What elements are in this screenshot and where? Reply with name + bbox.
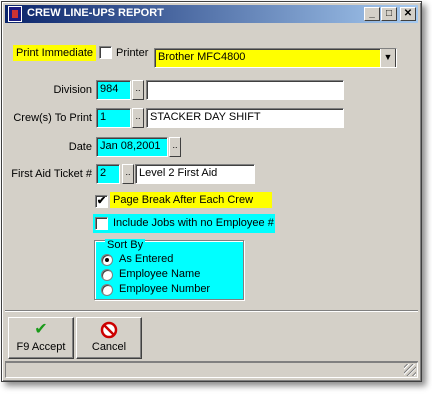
- division-code: 984: [100, 83, 119, 95]
- division-name-field: [146, 80, 344, 100]
- first-aid-name: Level 2 First Aid: [139, 167, 218, 179]
- accept-button[interactable]: ✔ F9 Accept: [8, 317, 74, 359]
- date-value: Jan 08,2001: [100, 140, 161, 152]
- chevron-down-icon[interactable]: ▼: [380, 49, 396, 67]
- include-jobs-label: Include Jobs with no Employee #: [113, 217, 274, 229]
- print-immediate-label: Print Immediate: [13, 45, 97, 61]
- cancel-icon: [77, 321, 141, 339]
- page-break-checkbox[interactable]: ✔: [95, 195, 108, 208]
- window-title: CREW LINE-UPS REPORT: [27, 7, 164, 19]
- close-button[interactable]: ✕: [400, 7, 416, 21]
- date-label: Date: [68, 141, 92, 153]
- first-aid-code-field[interactable]: 2: [96, 164, 120, 184]
- app-icon: [8, 6, 22, 22]
- page-break-label: Page Break After Each Crew: [110, 192, 272, 208]
- crews-name: STACKER DAY SHIFT: [150, 111, 261, 123]
- crews-code-field[interactable]: 1: [96, 108, 131, 128]
- status-bar: [5, 362, 418, 378]
- date-field[interactable]: Jan 08,2001: [96, 137, 168, 157]
- cancel-label: Cancel: [91, 341, 127, 353]
- crews-name-field: STACKER DAY SHIFT: [146, 108, 344, 128]
- sort-employee-number-radio[interactable]: [101, 284, 113, 296]
- include-jobs-checkbox[interactable]: [95, 217, 108, 230]
- button-separator: [5, 310, 418, 312]
- first-aid-label: First Aid Ticket #: [11, 168, 92, 180]
- cancel-button[interactable]: Cancel: [76, 317, 142, 359]
- resize-grip[interactable]: [404, 364, 416, 376]
- sort-by-title: Sort By: [105, 239, 146, 251]
- date-picker-button[interactable]: ..: [169, 137, 181, 157]
- first-aid-lookup-button[interactable]: ..: [122, 164, 134, 184]
- crews-label: Crew(s) To Print: [13, 112, 92, 124]
- printer-label: Printer: [116, 47, 149, 59]
- printer-select[interactable]: Brother MFC4800 ▼: [154, 48, 397, 68]
- sort-employee-number-label: Employee Number: [119, 283, 211, 295]
- division-lookup-button[interactable]: ..: [132, 80, 144, 100]
- division-label: Division: [53, 84, 92, 96]
- sort-as-entered-label: As Entered: [119, 253, 174, 265]
- minimize-button[interactable]: _: [364, 7, 380, 21]
- crews-code: 1: [100, 111, 107, 123]
- crews-lookup-button[interactable]: ..: [132, 108, 144, 128]
- report-window: CREW LINE-UPS REPORT _ □ ✕ Print Immedia…: [1, 1, 422, 382]
- checkmark-icon: ✔: [34, 321, 48, 338]
- maximize-button[interactable]: □: [381, 7, 397, 21]
- sort-employee-name-label: Employee Name: [119, 268, 201, 280]
- sort-employee-name-radio[interactable]: [101, 269, 113, 281]
- printer-value: Brother MFC4800: [158, 51, 246, 63]
- title-bar[interactable]: CREW LINE-UPS REPORT _ □ ✕: [5, 5, 418, 23]
- accept-label: F9 Accept: [16, 341, 66, 353]
- sort-as-entered-radio[interactable]: [101, 254, 113, 266]
- sort-by-group: Sort By As Entered Employee Name Employe…: [94, 239, 244, 300]
- division-code-field[interactable]: 984: [96, 80, 131, 100]
- first-aid-code: 2: [100, 167, 107, 179]
- print-immediate-checkbox[interactable]: [99, 46, 112, 59]
- first-aid-name-field: Level 2 First Aid: [135, 164, 255, 184]
